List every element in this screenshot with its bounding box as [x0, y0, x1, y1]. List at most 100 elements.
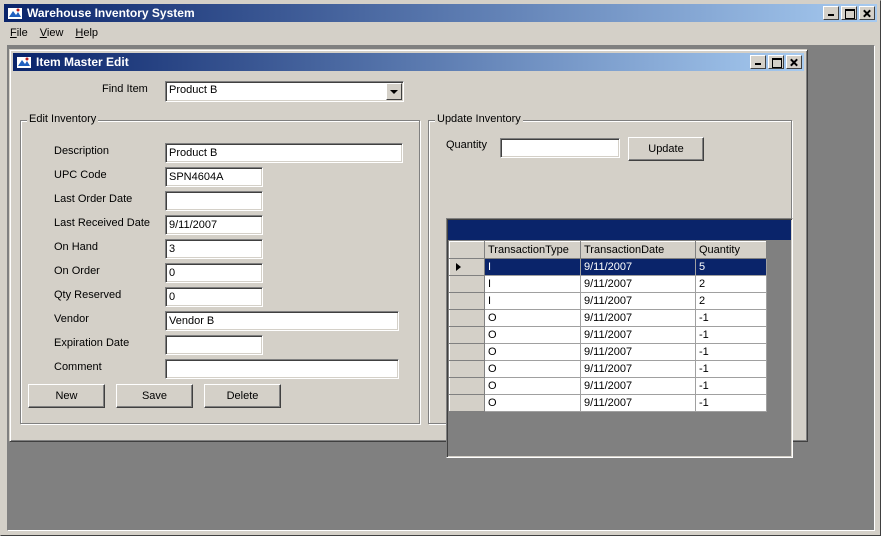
on-order-input[interactable]: 0 [165, 263, 263, 283]
table-cell[interactable]: -1 [695, 343, 767, 361]
column-header-transactiontype[interactable]: TransactionType [484, 241, 581, 259]
row-header[interactable] [449, 360, 485, 378]
table-cell[interactable]: O [484, 343, 581, 361]
new-button[interactable]: New [28, 384, 105, 408]
table-cell[interactable]: -1 [695, 360, 767, 378]
window-icon [17, 57, 31, 68]
table-row[interactable]: I 9/11/2007 2 [449, 292, 767, 310]
last-order-date-input[interactable] [165, 191, 263, 211]
row-header[interactable] [449, 343, 485, 361]
table-cell[interactable]: 9/11/2007 [580, 275, 696, 293]
table-cell[interactable]: I [484, 258, 581, 276]
row-header[interactable] [449, 292, 485, 310]
app-title: Warehouse Inventory System [27, 6, 195, 20]
table-cell[interactable]: O [484, 309, 581, 327]
child-maximize-button[interactable] [768, 55, 784, 69]
table-cell[interactable]: -1 [695, 377, 767, 395]
table-row[interactable]: O 9/11/2007 -1 [449, 360, 767, 378]
row-header[interactable] [449, 394, 485, 412]
quantity-label: Quantity [446, 139, 487, 151]
table-row[interactable]: I 9/11/2007 5 [449, 258, 767, 276]
table-cell[interactable]: 9/11/2007 [580, 394, 696, 412]
table-row[interactable]: O 9/11/2007 -1 [449, 343, 767, 361]
table-cell[interactable]: O [484, 394, 581, 412]
menu-label-rest: elp [83, 27, 99, 39]
child-titlebar[interactable]: Item Master Edit [13, 53, 804, 71]
main-window: Warehouse Inventory System File View Help … [0, 0, 881, 536]
table-cell[interactable]: 9/11/2007 [580, 326, 696, 344]
edit-inventory-title: Edit Inventory [27, 113, 99, 125]
find-item-label: Find Item [102, 83, 148, 95]
on-hand-input[interactable]: 3 [165, 239, 263, 259]
table-cell[interactable]: 9/11/2007 [580, 343, 696, 361]
app-icon [8, 8, 22, 19]
child-close-button[interactable] [786, 55, 802, 69]
chevron-down-icon[interactable] [386, 83, 402, 100]
table-row[interactable]: O 9/11/2007 -1 [449, 326, 767, 344]
description-label: Description [54, 145, 110, 157]
table-cell[interactable]: -1 [695, 326, 767, 344]
upc-code-input[interactable]: SPN4604A [165, 167, 263, 187]
table-cell[interactable]: -1 [695, 309, 767, 327]
app-close-button[interactable] [859, 6, 875, 20]
table-cell[interactable]: O [484, 326, 581, 344]
update-button[interactable]: Update [628, 137, 704, 161]
delete-button[interactable]: Delete [204, 384, 281, 408]
table-cell[interactable]: I [484, 275, 581, 293]
menu-label-rest: iew [46, 27, 64, 39]
child-minimize-button[interactable] [750, 55, 766, 69]
table-cell[interactable]: O [484, 377, 581, 395]
transactions-grid[interactable]: TransactionType TransactionDate Quantity I… [446, 218, 793, 458]
menu-bar: File View Help [4, 24, 104, 42]
comment-label: Comment [54, 361, 102, 373]
menu-mnemonic: V [39, 27, 47, 39]
menu-view[interactable]: View [34, 24, 70, 42]
table-row[interactable]: O 9/11/2007 -1 [449, 377, 767, 395]
column-header-transactiondate[interactable]: TransactionDate [580, 241, 696, 259]
qty-reserved-input[interactable]: 0 [165, 287, 263, 307]
qty-reserved-label: Qty Reserved [54, 289, 122, 301]
menu-file[interactable]: File [4, 24, 34, 42]
grid-corner-header [449, 241, 485, 259]
table-cell[interactable]: O [484, 360, 581, 378]
last-received-date-input[interactable]: 9/11/2007 [165, 215, 263, 235]
table-cell[interactable]: 9/11/2007 [580, 360, 696, 378]
table-cell[interactable]: 9/11/2007 [580, 309, 696, 327]
item-master-edit-window: Item Master Edit Find Item Product B Edi… [9, 49, 808, 458]
table-row[interactable]: O 9/11/2007 -1 [449, 394, 767, 412]
on-order-label: On Order [54, 265, 100, 277]
menu-label-rest: ile [16, 27, 28, 39]
app-minimize-button[interactable] [823, 6, 839, 20]
app-maximize-button[interactable] [841, 6, 857, 20]
vendor-input[interactable]: Vendor B [165, 311, 399, 331]
on-hand-label: On Hand [54, 241, 99, 253]
column-header-quantity[interactable]: Quantity [695, 241, 767, 259]
app-titlebar[interactable]: Warehouse Inventory System [4, 4, 877, 22]
description-input[interactable]: Product B [165, 143, 403, 163]
menu-help[interactable]: Help [69, 24, 104, 42]
comment-input[interactable] [165, 359, 399, 379]
table-cell[interactable]: I [484, 292, 581, 310]
table-cell[interactable]: 5 [695, 258, 767, 276]
table-cell[interactable]: 2 [695, 292, 767, 310]
row-header[interactable] [449, 258, 485, 276]
table-cell[interactable]: 9/11/2007 [580, 377, 696, 395]
row-header[interactable] [449, 326, 485, 344]
row-header[interactable] [449, 309, 485, 327]
quantity-input[interactable] [500, 138, 620, 158]
row-header[interactable] [449, 275, 485, 293]
vendor-label: Vendor [54, 313, 89, 325]
table-row[interactable]: O 9/11/2007 -1 [449, 309, 767, 327]
save-button[interactable]: Save [116, 384, 193, 408]
upc-code-label: UPC Code [54, 169, 107, 181]
table-cell[interactable]: 9/11/2007 [580, 258, 696, 276]
table-row[interactable]: I 9/11/2007 2 [449, 275, 767, 293]
table-cell[interactable]: 2 [695, 275, 767, 293]
grid-caption-bar [448, 220, 791, 240]
table-cell[interactable]: 9/11/2007 [580, 292, 696, 310]
table-cell[interactable]: -1 [695, 394, 767, 412]
expiration-date-input[interactable] [165, 335, 263, 355]
transactions-table: TransactionType TransactionDate Quantity I… [449, 241, 767, 412]
row-header[interactable] [449, 377, 485, 395]
find-item-combo[interactable]: Product B [165, 81, 404, 102]
